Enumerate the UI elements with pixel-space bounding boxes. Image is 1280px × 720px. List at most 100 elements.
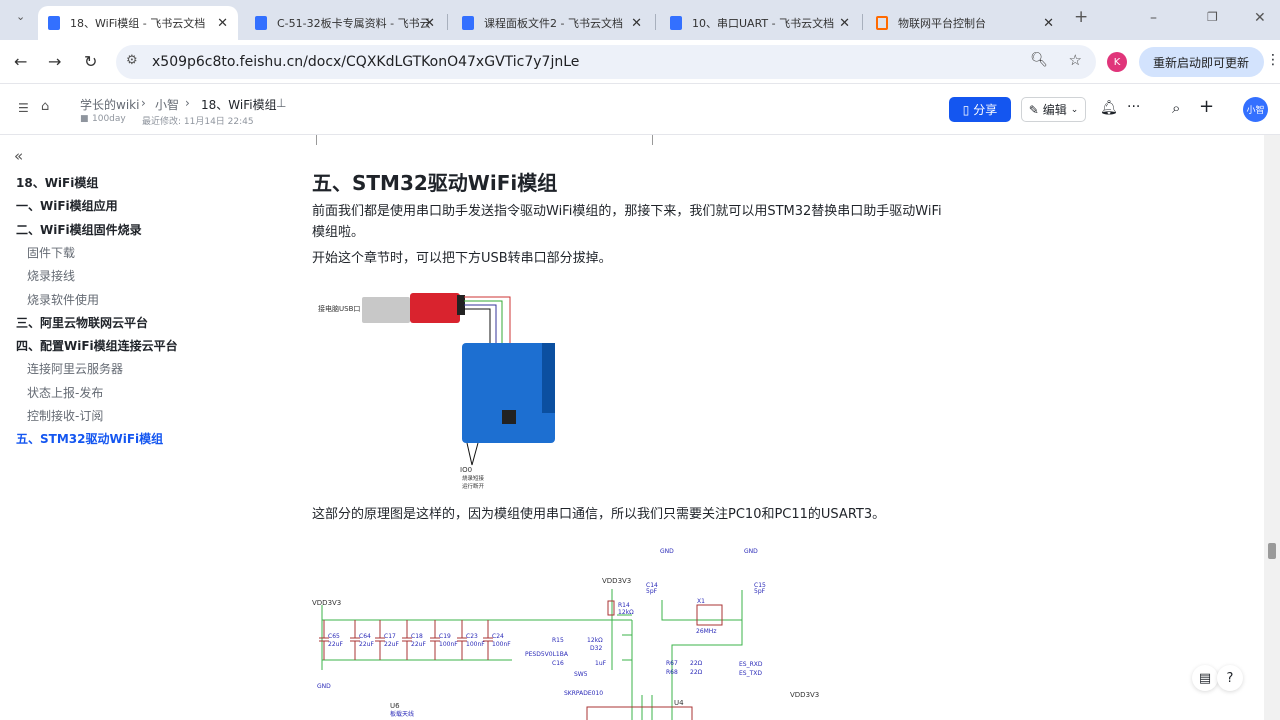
- zoom-icon[interactable]: 🔍︎: [1030, 52, 1048, 68]
- es-rxd-label: ES_RXD: [739, 661, 763, 668]
- close-icon[interactable]: ✕: [631, 16, 642, 31]
- r68-value: 22Ω: [690, 669, 703, 676]
- toc-item[interactable]: 四、配置WiFi模组连接云平台: [16, 337, 178, 354]
- switch-part: SKRPADE010: [564, 690, 603, 697]
- scrollbar[interactable]: [1264, 135, 1280, 720]
- capacitor-name: C17: [384, 633, 396, 640]
- tab-c51[interactable]: C-51-32板卡专属资料 - 飞书云 ✕: [245, 6, 445, 40]
- forward-button[interactable]: →: [48, 52, 61, 71]
- x1-value: 26MHz: [696, 628, 716, 635]
- update-button[interactable]: 重新启动即可更新: [1139, 47, 1264, 77]
- capacitor-name: C18: [411, 633, 423, 640]
- toc-item[interactable]: 三、阿里云物联网云平台: [16, 314, 148, 331]
- tab-wifi[interactable]: 18、WiFi模组 - 飞书云文档 ✕: [38, 6, 238, 40]
- breadcrumb-current[interactable]: 18、WiFi模组: [201, 96, 277, 113]
- search-icon[interactable]: ⌕: [1172, 99, 1180, 117]
- minimize-button[interactable]: –: [1150, 10, 1157, 26]
- toc-item[interactable]: 烧录接线: [27, 267, 75, 284]
- toc-item[interactable]: 连接阿里云服务器: [27, 360, 123, 377]
- r68-label: R68: [666, 669, 678, 676]
- gnd-label: GND: [660, 548, 674, 555]
- io0-label: IO0: [460, 466, 472, 474]
- capacitor-symbol: [430, 620, 440, 660]
- menu-icon[interactable]: ⋮: [1266, 52, 1280, 68]
- r15-value: 12kΩ: [587, 637, 603, 644]
- toc-item[interactable]: 控制接收-订阅: [27, 407, 103, 424]
- paragraph: 开始这个章节时，可以把下方USB转串口部分拔掉。: [312, 251, 612, 266]
- toc-item[interactable]: 状态上报-发布: [27, 384, 103, 401]
- breadcrumb-wiki[interactable]: 学长的wiki: [80, 96, 139, 113]
- paragraph: 这部分的原理图是这样的，因为模组使用串口通信，所以我们只需要关注PC10和PC1…: [312, 507, 886, 522]
- toc-item[interactable]: 一、WiFi模组应用: [16, 197, 118, 214]
- vdd-label: VDD3V3: [602, 577, 631, 585]
- profile-avatar[interactable]: K: [1107, 52, 1127, 72]
- toc-item[interactable]: 固件下载: [27, 244, 75, 261]
- toc-item[interactable]: 烧录软件使用: [27, 291, 99, 308]
- close-icon[interactable]: ✕: [839, 16, 850, 31]
- more-icon[interactable]: ···: [1127, 99, 1140, 115]
- capacitor-symbol: [457, 620, 467, 660]
- tab-title: 物联网平台控制台: [898, 17, 986, 30]
- capacitor-name: C19: [439, 633, 451, 640]
- share-button[interactable]: ▯ 分享: [949, 97, 1011, 122]
- collapse-icon[interactable]: «: [14, 147, 23, 165]
- toc-item[interactable]: 二、WiFi模组固件烧录: [16, 221, 142, 238]
- space-name: 100day: [92, 114, 126, 124]
- tab-uart[interactable]: 10、串口UART - 飞书云文档 ✕: [660, 6, 860, 40]
- scroll-thumb[interactable]: [1268, 543, 1276, 559]
- user-avatar[interactable]: 小智: [1243, 97, 1268, 122]
- breadcrumb-xiaozhi[interactable]: 小智: [155, 96, 179, 113]
- close-icon[interactable]: ✕: [1043, 16, 1054, 31]
- new-tab-button[interactable]: +: [1074, 7, 1088, 27]
- doc-icon: [255, 16, 267, 30]
- restore-button[interactable]: ❐: [1207, 10, 1218, 24]
- address-toolbar: ← → ↻ ⚙ x509p6c8to.feishu.cn/docx/CQXKdL…: [0, 40, 1280, 84]
- tab-search-icon[interactable]: ⌄: [16, 10, 25, 23]
- chevron-down-icon: ⌄: [1070, 104, 1079, 115]
- help-button[interactable]: ?: [1217, 665, 1243, 691]
- share-icon: ▯: [962, 102, 970, 117]
- capacitor-value: 100nF: [439, 641, 458, 648]
- doc-header: ☰ ⌂ 学长的wiki › 小智 › 18、WiFi模组 ⊥ ■ 100day …: [0, 85, 1280, 135]
- share-label: 分享: [973, 103, 998, 117]
- sw5-label: SW5: [574, 671, 588, 678]
- doc-icon: [462, 16, 474, 30]
- toc-item[interactable]: 18、WiFi模组: [16, 174, 98, 191]
- site-info-icon[interactable]: ⚙: [126, 53, 138, 68]
- toc-item[interactable]: 五、STM32驱动WiFi模组: [16, 430, 163, 447]
- vdd-label: VDD3V3: [312, 599, 341, 607]
- reload-button[interactable]: ↻: [84, 52, 97, 71]
- close-icon[interactable]: ✕: [217, 16, 228, 31]
- c14-value: 5pF: [646, 588, 658, 595]
- capacitor-symbol: [350, 620, 360, 660]
- window-close-button[interactable]: ✕: [1254, 10, 1266, 26]
- toc-toggle-icon[interactable]: ☰: [18, 101, 29, 115]
- tab-title: 10、串口UART - 飞书云文档: [692, 17, 835, 30]
- home-icon[interactable]: ⌂: [41, 99, 49, 114]
- close-icon[interactable]: ✕: [424, 16, 435, 31]
- tab-bar: ⌄ 18、WiFi模组 - 飞书云文档 ✕ C-51-32板卡专属资料 - 飞书云…: [0, 0, 1280, 40]
- bookmark-star-icon[interactable]: ☆: [1069, 51, 1082, 69]
- section-heading: 五、STM32驱动WiFi模组: [312, 171, 558, 195]
- capacitor-name: C23: [466, 633, 478, 640]
- r14-label: R14: [618, 602, 630, 609]
- add-icon[interactable]: +: [1199, 96, 1214, 117]
- edit-button[interactable]: ✎ 编辑 ⌄: [1021, 97, 1086, 122]
- aliyun-icon: [876, 16, 888, 30]
- tab-iot[interactable]: 物联网平台控制台 ✕: [866, 6, 1064, 40]
- capacitor-name: C24: [492, 633, 504, 640]
- bell-icon[interactable]: 🔔︎: [1100, 100, 1118, 116]
- r14-value: 12kΩ: [618, 609, 634, 616]
- es-txd-label: ES_TXD: [739, 670, 762, 677]
- capacitor-value: 22uF: [328, 641, 343, 648]
- pin-icon[interactable]: ⊥: [276, 96, 286, 110]
- doc-outline-button[interactable]: ▤: [1192, 665, 1218, 691]
- antenna-label: 板载天线: [390, 710, 414, 718]
- url-bar[interactable]: ⚙ x509p6c8to.feishu.cn/docx/CQXKdLGTKonO…: [116, 45, 1096, 79]
- url-text[interactable]: x509p6c8to.feishu.cn/docx/CQXKdLGTKonO47…: [152, 54, 579, 70]
- last-modified: 最近修改: 11月14日 22:45: [142, 117, 254, 127]
- back-button[interactable]: ←: [14, 52, 27, 71]
- tab-course[interactable]: 课程面板文件2 - 飞书云文档 ✕: [452, 6, 652, 40]
- paragraph: 前面我们都是使用串口助手发送指令驱动WiFi模组的，那接下来，我们就可以用STM…: [312, 204, 942, 240]
- r67-value: 22Ω: [690, 660, 703, 667]
